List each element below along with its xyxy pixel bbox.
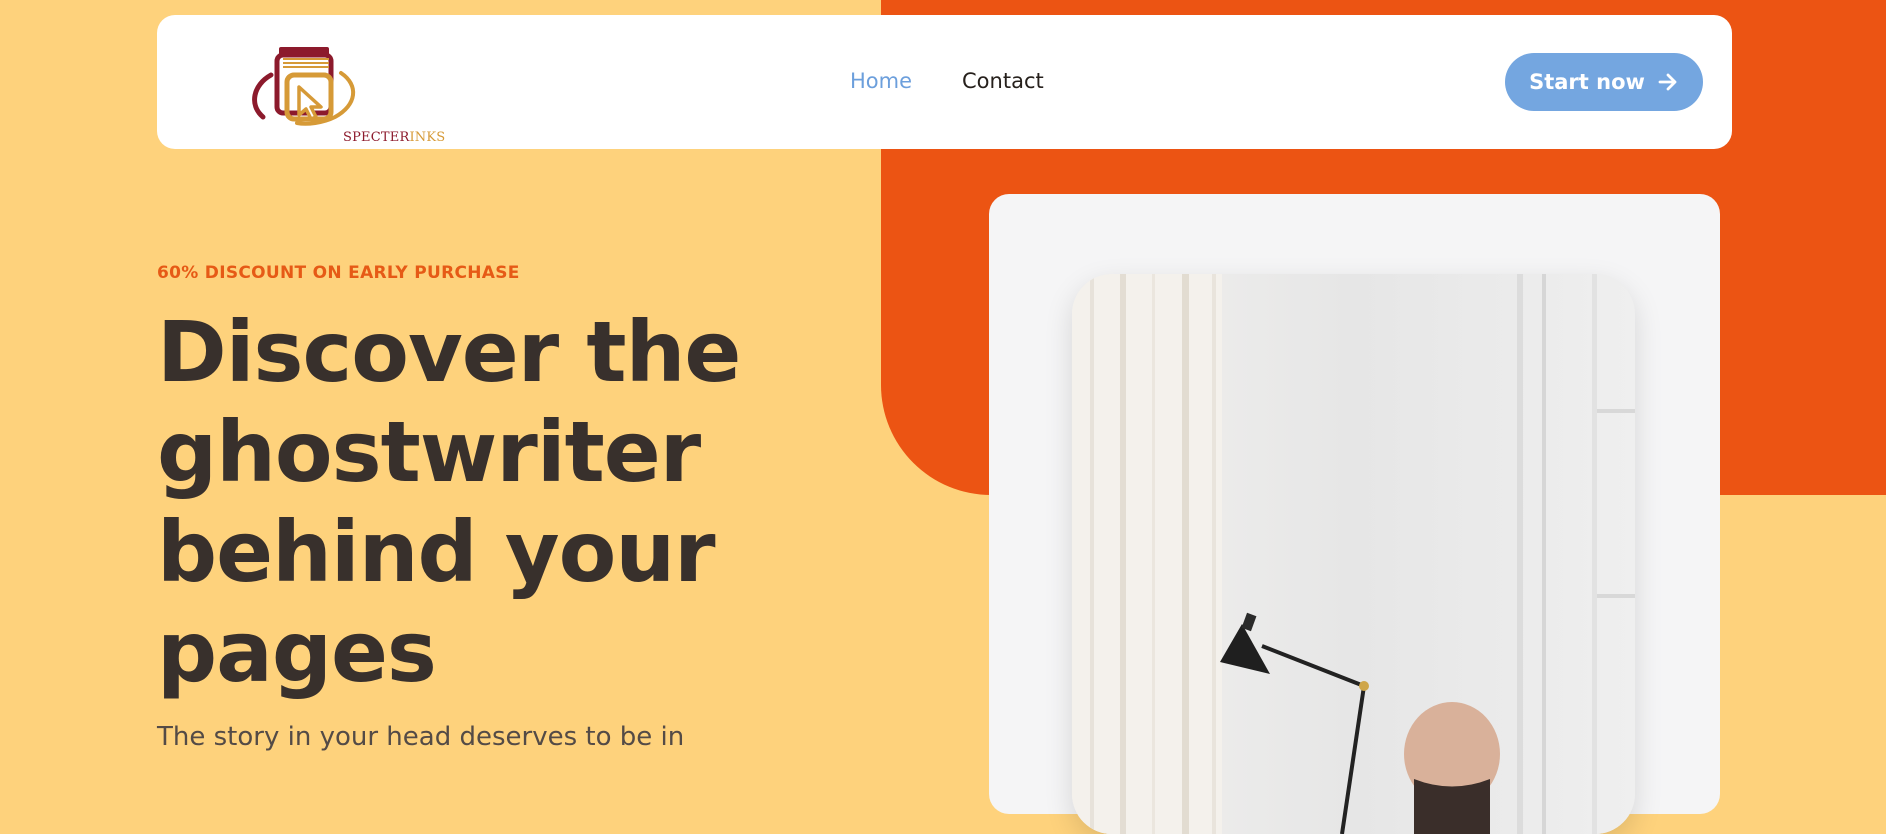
start-now-button[interactable]: Start now <box>1505 53 1703 111</box>
start-now-label: Start now <box>1529 70 1645 94</box>
discount-eyebrow: 60% DISCOUNT ON EARLY PURCHASE <box>157 263 520 283</box>
writer-at-desk-photo <box>1072 274 1635 834</box>
hero-subtext: The story in your head deserves to be in <box>157 722 685 752</box>
logo-book-cursor-icon <box>252 47 356 126</box>
navbar: SPECTERINKS Home Contact Start now <box>157 15 1732 149</box>
arrow-right-icon <box>1658 73 1677 91</box>
hero-image-card <box>989 194 1720 834</box>
brand-name-part2: INKS <box>409 130 446 145</box>
photo-illustration <box>1072 274 1635 834</box>
nav-link-home[interactable]: Home <box>850 69 912 93</box>
nav-links: Home Contact <box>850 69 1044 93</box>
brand-name-part1: SPECTER <box>343 130 410 145</box>
hero-headline: Discover the ghostwriter behind your pag… <box>157 303 741 701</box>
brand-wordmark: SPECTERINKS <box>343 130 445 145</box>
brand-logo[interactable]: SPECTERINKS <box>249 33 445 145</box>
nav-link-contact[interactable]: Contact <box>962 69 1044 93</box>
